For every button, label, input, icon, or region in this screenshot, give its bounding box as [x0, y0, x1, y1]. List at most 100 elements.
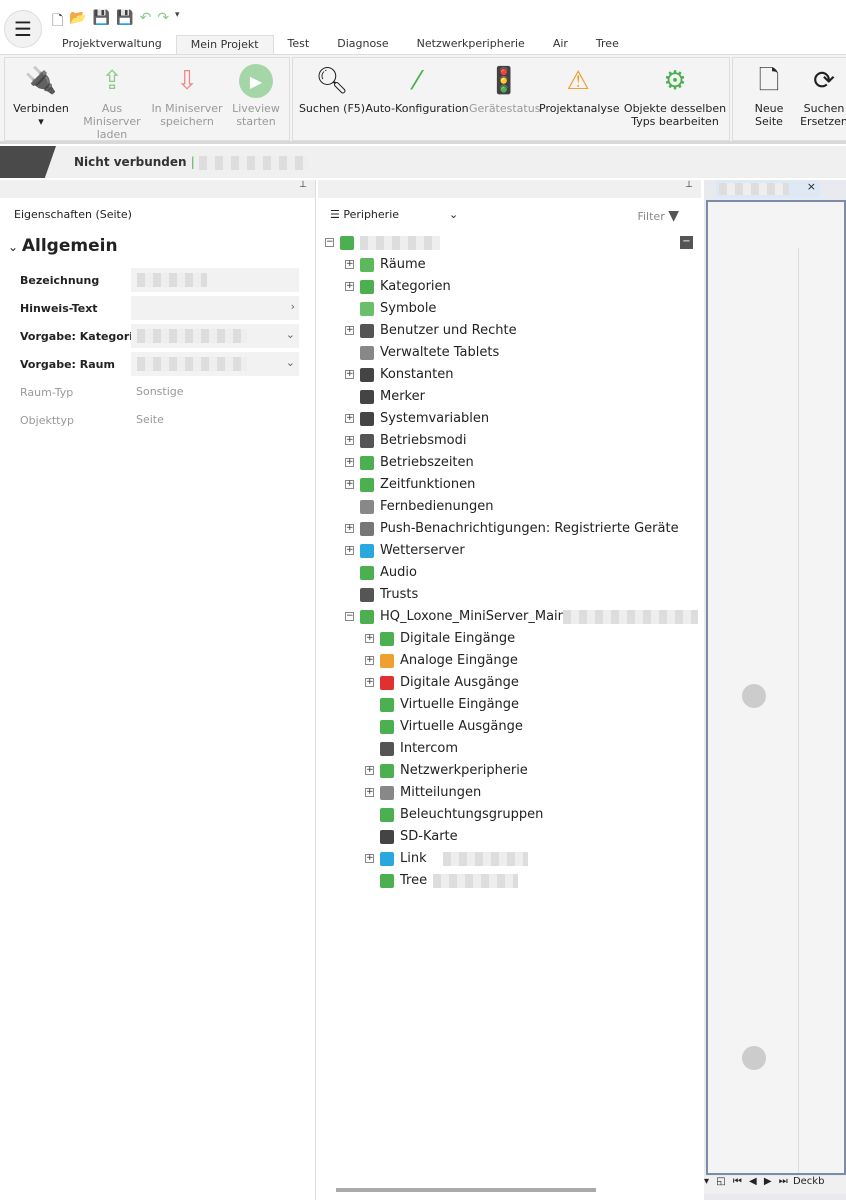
undo-icon[interactable]: ↶ [140, 10, 152, 34]
expand-icon[interactable]: + [365, 766, 374, 775]
canvas-handle[interactable] [742, 684, 766, 708]
expand-icon[interactable]: + [365, 678, 374, 687]
canvas-handle[interactable] [742, 1046, 766, 1070]
tree-item[interactable]: Trusts [318, 584, 698, 606]
tree-item[interactable]: + Mitteilungen [318, 782, 698, 804]
tab-projektverwaltung[interactable]: Projektverwaltung [48, 35, 176, 55]
horizontal-scrollbar[interactable] [336, 1188, 596, 1192]
tree-node-icon [380, 830, 394, 844]
expand-icon[interactable]: + [345, 370, 354, 379]
expand-icon[interactable]: + [365, 854, 374, 863]
tab-tree[interactable]: Tree [582, 35, 633, 55]
customize-icon[interactable]: ▾ [175, 10, 180, 34]
save-icon[interactable]: 💾 [93, 10, 110, 34]
tree-item-label: Betriebszeiten [380, 455, 474, 470]
tree-item[interactable]: Virtuelle Eingänge [318, 694, 698, 716]
expand-icon[interactable]: + [345, 458, 354, 467]
tab-mein-projekt[interactable]: Mein Projekt [175, 35, 274, 55]
new-file-icon[interactable]: 🗋 [52, 10, 63, 34]
expand-icon[interactable]: + [345, 414, 354, 423]
tree-item[interactable]: + Kategorien [318, 276, 698, 298]
refresh-icon: ⟳ [813, 65, 835, 96]
nav-buttons[interactable]: ▾ ◱ ⏮ ◀ ▶ ⏭ [704, 1176, 790, 1187]
expand-icon[interactable]: + [345, 546, 354, 555]
search-replace-button[interactable]: ⟳ Suchen Ersetzen [799, 64, 846, 129]
document-tab[interactable]: × [716, 180, 820, 198]
hamburger-menu-icon[interactable]: ☰ [4, 10, 42, 48]
close-icon[interactable]: × [807, 180, 816, 193]
kategorie-select[interactable]: ⌄ [131, 324, 299, 348]
tree-item[interactable]: Intercom [318, 738, 698, 760]
tree-item[interactable]: Verwaltete Tablets [318, 342, 698, 364]
expand-icon[interactable]: + [365, 656, 374, 665]
pin-icon[interactable]: ⊥ [318, 180, 701, 198]
tree-item[interactable]: Tree [318, 870, 698, 892]
tree-item[interactable]: + Wetterserver [318, 540, 698, 562]
expand-icon[interactable]: + [345, 480, 354, 489]
expand-icon[interactable]: + [345, 260, 354, 269]
tree-item[interactable]: Symbole [318, 298, 698, 320]
open-folder-icon[interactable]: 📂 [69, 10, 86, 34]
tree-item[interactable]: SD-Karte [318, 826, 698, 848]
dropdown-label: Peripherie [343, 208, 400, 221]
auto-config-button[interactable]: ⁄ Auto-Konfiguration [365, 64, 469, 116]
expand-icon[interactable]: + [345, 524, 354, 533]
tree-item[interactable]: + Analoge Eingänge [318, 650, 698, 672]
section-allgemein[interactable]: ⌄ Allgemein [8, 236, 118, 256]
tab-test[interactable]: Test [274, 35, 324, 55]
tree-item[interactable]: Beleuchtungsgruppen [318, 804, 698, 826]
collapse-icon[interactable]: − [325, 238, 334, 247]
tree-item[interactable]: + Systemvariablen [318, 408, 698, 430]
liveview-button[interactable]: ▶ Liveview starten [227, 64, 285, 128]
connect-button[interactable]: 🔌 Verbinden ▾ [11, 64, 71, 129]
magic-wand-icon: ⁄ [414, 65, 420, 96]
expand-icon[interactable]: + [365, 788, 374, 797]
periphery-dropdown[interactable]: ☰ Peripherie ⌄ [330, 208, 458, 221]
tree-item[interactable]: + Link [318, 848, 698, 870]
tree-item[interactable]: Audio [318, 562, 698, 584]
tab-netzwerkperipherie[interactable]: Netzwerkperipherie [403, 35, 539, 55]
tree-item[interactable]: + Digitale Ausgänge [318, 672, 698, 694]
tree-item[interactable]: − [318, 232, 698, 254]
device-status-button[interactable]: 🚦 Gerätestatus [469, 64, 540, 116]
tree-item-label: Link [400, 851, 427, 866]
tree-item[interactable]: + Betriebszeiten [318, 452, 698, 474]
autoconfig-label: Auto-Konfiguration [365, 102, 469, 115]
tree-item[interactable]: + Push-Benachrichtigungen: Registrierte G… [318, 518, 698, 540]
tree-item[interactable]: Fernbedienungen [318, 496, 698, 518]
project-analysis-button[interactable]: ⚠ Projektanalyse [539, 64, 619, 116]
tree-item[interactable]: + Digitale Eingänge [318, 628, 698, 650]
tab-air[interactable]: Air [539, 35, 582, 55]
edit-same-type-button[interactable]: ⚙ Objekte desselben Typs bearbeiten [623, 64, 727, 129]
search-button[interactable]: 🔍︎ Suchen (F5) [297, 64, 367, 116]
tree-item[interactable]: + Netzwerkperipherie [318, 760, 698, 782]
filter-button[interactable]: Filter ▼ [637, 208, 679, 224]
collapse-icon[interactable]: − [345, 612, 354, 621]
save-as-icon[interactable]: 💾 [116, 10, 133, 34]
tree-item[interactable]: Virtuelle Ausgänge [318, 716, 698, 738]
property-raum-typ: Raum-Typ Sonstige [20, 380, 300, 404]
redo-icon[interactable]: ↷ [157, 10, 169, 34]
tree-item[interactable]: + Benutzer und Rechte [318, 320, 698, 342]
expand-icon[interactable]: + [345, 282, 354, 291]
save-to-miniserver-button[interactable]: ⇩ In Miniserver speichern [151, 64, 223, 129]
tree-item[interactable]: − HQ_Loxone_MiniServer_Main [318, 606, 698, 628]
tree-item[interactable]: Merker [318, 386, 698, 408]
sheet-tab[interactable]: Deckb [793, 1176, 825, 1187]
tree-item[interactable]: + Konstanten [318, 364, 698, 386]
tree-item-label: SD-Karte [400, 829, 458, 844]
expand-icon[interactable]: + [345, 326, 354, 335]
tree-item[interactable]: + Räume [318, 254, 698, 276]
load-from-miniserver-button[interactable]: ⇪ Aus Miniserver laden [73, 64, 151, 142]
pin-icon[interactable]: ⊥ [0, 180, 315, 198]
expand-icon[interactable]: + [345, 436, 354, 445]
raum-select[interactable]: ⌄ [131, 352, 299, 376]
bezeichnung-field[interactable] [131, 268, 299, 292]
tab-diagnose[interactable]: Diagnose [323, 35, 402, 55]
hinweis-text-field[interactable]: › [131, 296, 299, 320]
tree-node-icon [380, 852, 394, 866]
tree-item[interactable]: + Betriebsmodi [318, 430, 698, 452]
new-page-button[interactable]: 🗋 Neue Seite [749, 64, 789, 129]
tree-item[interactable]: + Zeitfunktionen [318, 474, 698, 496]
expand-icon[interactable]: + [365, 634, 374, 643]
